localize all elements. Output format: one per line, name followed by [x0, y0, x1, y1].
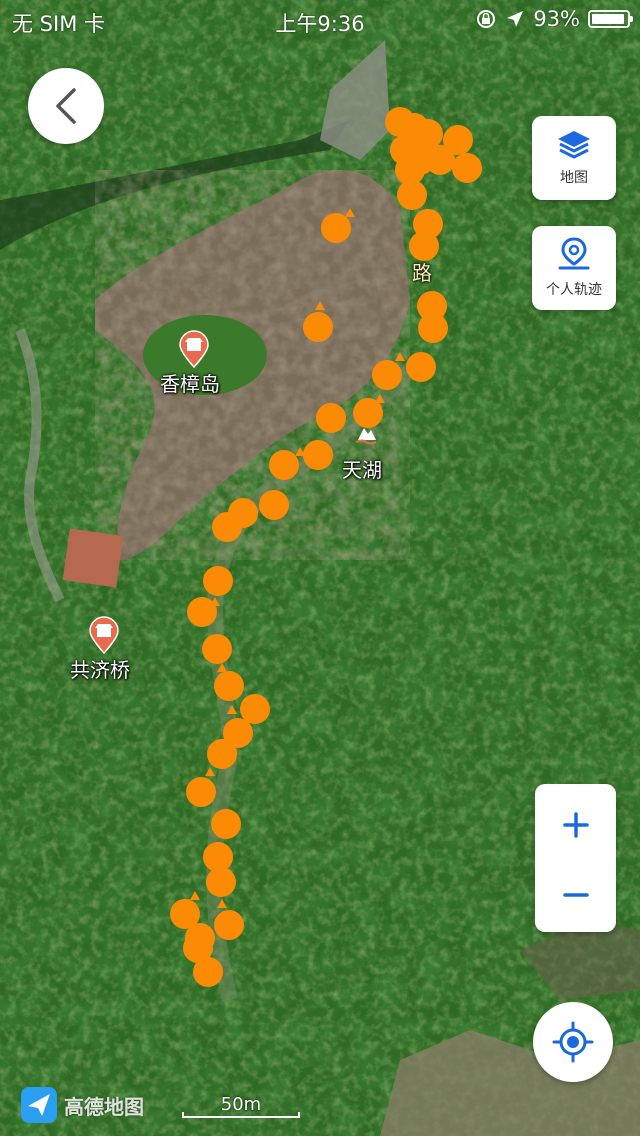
battery-nub	[630, 16, 633, 22]
amap-logo-icon	[21, 1087, 57, 1123]
track-point	[214, 910, 244, 940]
track-point	[214, 671, 244, 701]
minus-icon	[562, 893, 589, 897]
scale-bar	[182, 1112, 300, 1118]
personal-track-label: 个人轨迹	[546, 282, 602, 298]
track-point	[186, 777, 216, 807]
track-point	[211, 809, 241, 839]
track-point	[443, 125, 473, 155]
track-point	[203, 566, 233, 596]
road-label: 路	[412, 261, 432, 285]
track-direction-arrow	[205, 767, 215, 776]
track-point	[418, 313, 448, 343]
track-point	[303, 440, 333, 470]
map-screen: 香樟岛 天湖 共济桥 路 无 SIM 卡 上午9:36 93% 地图 个人轨迹 …	[0, 0, 640, 1136]
amap-logo: 高德地图	[20, 1086, 144, 1124]
plus-icon	[562, 812, 589, 838]
track-point	[206, 867, 236, 897]
zoom-control	[535, 784, 616, 932]
personal-track-button[interactable]: 个人轨迹	[532, 226, 616, 310]
map-layers-button[interactable]: 地图	[532, 116, 616, 200]
locate-me-button[interactable]	[533, 1002, 613, 1082]
track-point	[452, 153, 482, 183]
track-point	[259, 490, 289, 520]
track-direction-arrow	[315, 301, 325, 310]
battery-fill	[592, 14, 624, 24]
map-layers-label: 地图	[560, 170, 588, 186]
track-point	[409, 231, 439, 261]
track-point	[212, 512, 242, 542]
track-point	[207, 739, 237, 769]
poi-label-gongjiqiao[interactable]: 共济桥	[70, 654, 130, 683]
crosshair-locate-icon	[552, 1021, 594, 1063]
track-pin-icon	[558, 237, 590, 270]
back-button[interactable]	[28, 68, 104, 144]
layers-icon	[558, 131, 590, 159]
scenic-marker-icon	[89, 616, 119, 655]
poi-label-tianhu[interactable]: 天湖	[342, 454, 382, 483]
lake-marker-icon	[355, 428, 377, 445]
track-direction-arrow	[190, 891, 200, 900]
location-arrow-icon	[507, 11, 524, 27]
poi-gongjiqiao[interactable]	[88, 616, 120, 658]
amap-logo-text: 高德地图	[64, 1094, 144, 1119]
track-point	[269, 450, 299, 480]
status-bar: 无 SIM 卡 上午9:36 93%	[0, 0, 640, 40]
track-point	[193, 957, 223, 987]
track-point	[406, 352, 436, 382]
chevron-left-icon	[56, 88, 76, 124]
track-point	[303, 312, 333, 342]
zoom-out-button[interactable]	[535, 858, 616, 932]
track-direction-arrow	[217, 899, 227, 908]
track-direction-arrow	[217, 663, 227, 672]
poi-tianhu[interactable]	[352, 418, 380, 452]
track-direction-arrow	[345, 208, 355, 217]
zoom-in-button[interactable]	[535, 788, 616, 862]
track-direction-arrow	[227, 705, 237, 714]
battery-icon	[588, 10, 633, 28]
orientation-lock-icon	[477, 10, 496, 28]
track-point	[397, 180, 427, 210]
status-right-group: 93%	[475, 7, 633, 31]
track-direction-arrow	[375, 394, 385, 403]
track-point	[321, 213, 351, 243]
track-point	[202, 634, 232, 664]
track-point	[372, 360, 402, 390]
poi-label-xiangzhangdao[interactable]: 香樟岛	[160, 368, 220, 397]
poi-xiangzhangdao[interactable]	[178, 330, 210, 372]
track-direction-arrow	[395, 352, 405, 361]
map-scale: 50m	[182, 1094, 300, 1122]
scenic-marker-icon	[179, 330, 209, 369]
track-point	[316, 403, 346, 433]
battery-percent: 93%	[533, 7, 580, 31]
